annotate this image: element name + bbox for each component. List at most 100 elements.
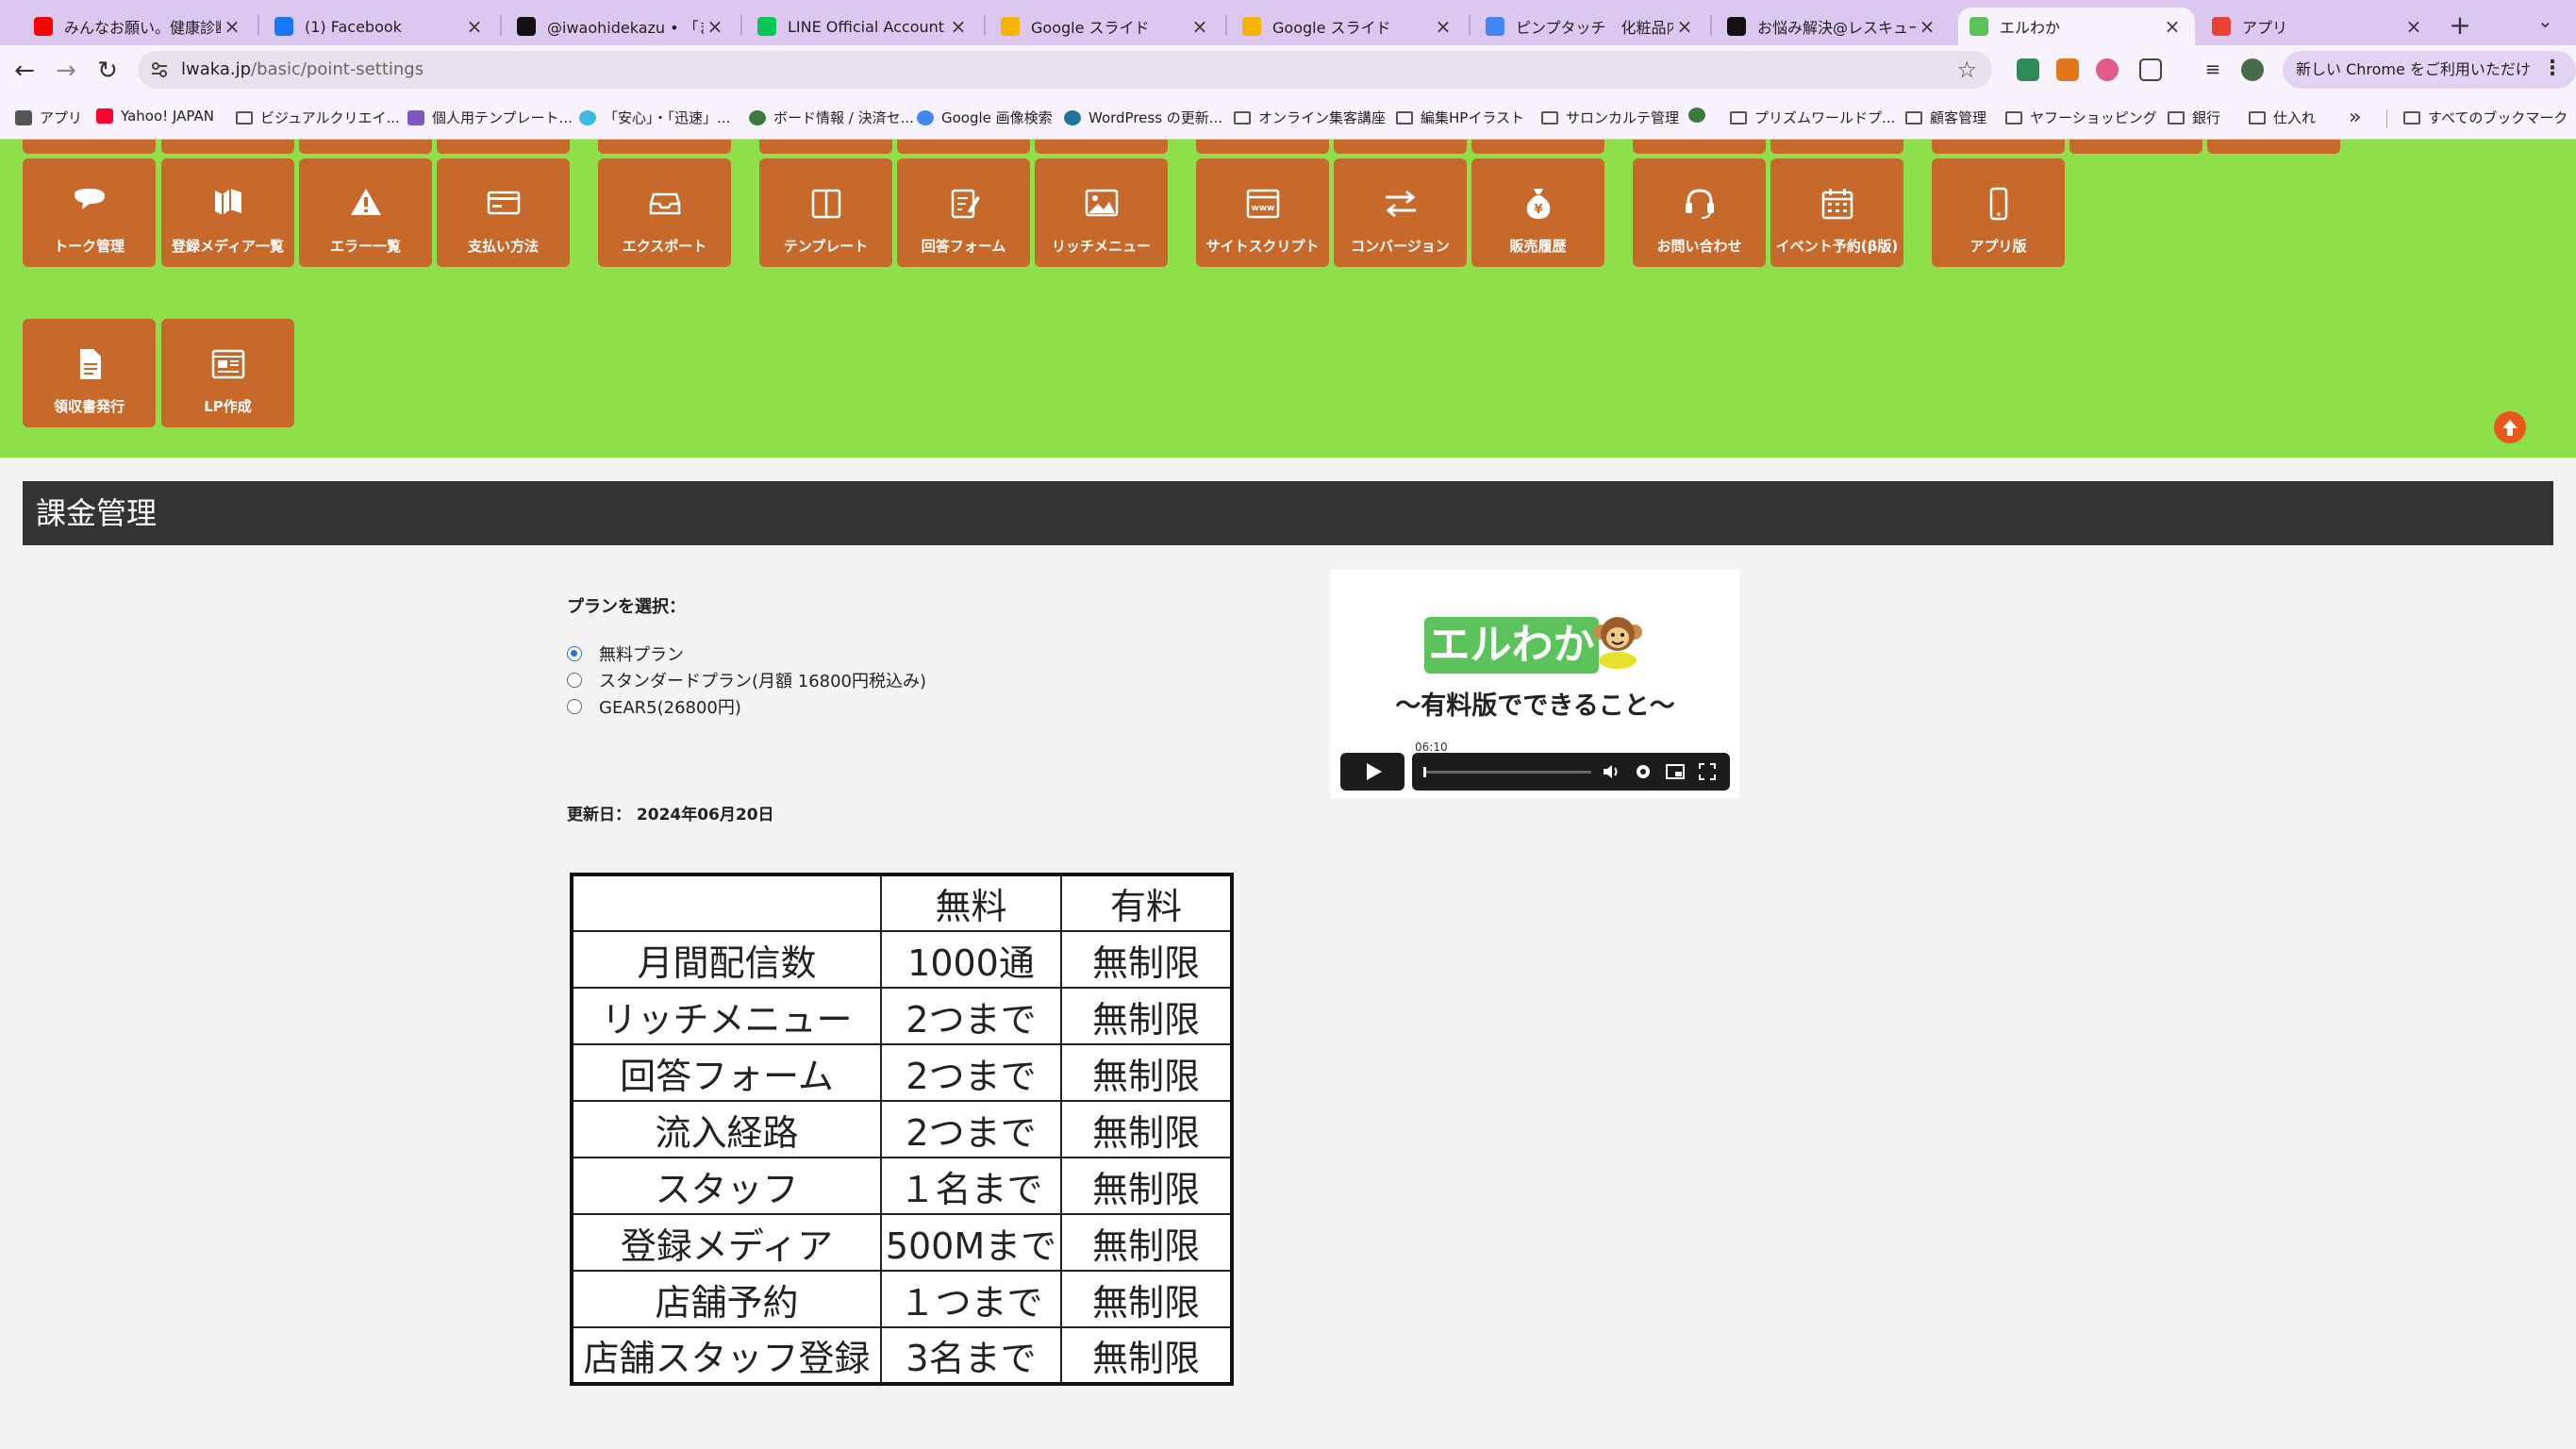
forward-button[interactable]: → (51, 57, 81, 85)
bookmark-item[interactable]: Google 画像検索 (917, 108, 1053, 127)
close-tab-icon[interactable]: × (221, 15, 243, 38)
site-info-icon[interactable] (149, 59, 170, 80)
bookmark-item[interactable]: 個人用テンプレート... (407, 108, 573, 127)
close-tab-icon[interactable]: × (1432, 15, 1454, 38)
menu-tile-partial[interactable] (299, 140, 432, 154)
extension-icon[interactable] (2017, 58, 2039, 81)
menu-tile[interactable]: 支払い方法 (437, 158, 570, 267)
menu-tile[interactable]: 回答フォーム (897, 158, 1030, 267)
bookmark-item[interactable]: アプリ (15, 108, 82, 127)
menu-tile-partial[interactable] (598, 140, 731, 154)
browser-tab[interactable]: Google スライド × (989, 8, 1222, 45)
progress-track[interactable] (1425, 771, 1591, 774)
browser-tab[interactable]: (1) Facebook × (263, 8, 497, 45)
new-tab-button[interactable]: + (2447, 9, 2473, 41)
chrome-update-button[interactable]: 新しい Chrome をご利用いただけます (2283, 51, 2576, 116)
menu-tile-partial[interactable] (1196, 140, 1329, 154)
bookmark-item[interactable]: オンライン集客講座 (1234, 108, 1386, 127)
bookmark-star-icon[interactable]: ☆ (1956, 57, 1977, 83)
close-tab-icon[interactable]: × (1188, 15, 1211, 38)
menu-tile-partial[interactable] (23, 140, 156, 154)
bookmark-item[interactable]: プリズムワールドプ... (1730, 108, 1895, 127)
bookmark-item[interactable]: 顧客管理 (1905, 108, 1986, 127)
metamask-extension-icon[interactable] (2056, 58, 2079, 81)
menu-tile[interactable]: エクスポート (598, 158, 731, 267)
url-text[interactable]: lwaka.jp/basic/point-settings (181, 59, 424, 79)
settings-gear-icon[interactable] (1633, 761, 1654, 782)
browser-tab[interactable]: ピンプタッチ 化粧品内容× (1474, 8, 1707, 45)
menu-tile[interactable]: www サイトスクリプト (1196, 158, 1329, 267)
menu-tile-partial[interactable] (1932, 140, 2065, 154)
scroll-to-top-button[interactable] (2494, 411, 2526, 443)
menu-tile-partial[interactable] (437, 140, 570, 154)
close-tab-icon[interactable]: × (1916, 15, 1938, 38)
menu-tile[interactable]: 登録メディア一覧 (161, 158, 294, 267)
browser-tab[interactable]: LINE Official Account Ma× (746, 8, 981, 45)
menu-tile-partial[interactable] (1770, 140, 1903, 154)
profile-avatar[interactable] (2241, 58, 2264, 81)
bookmark-item[interactable]: 銀行 (2168, 108, 2220, 127)
menu-tile[interactable]: お問い合わせ (1633, 158, 1766, 267)
browser-tab[interactable]: Google スライド × (1231, 8, 1466, 45)
picture-in-picture-icon[interactable] (1665, 761, 1686, 782)
chrome-menu-icon[interactable]: ⋮ (2542, 57, 2563, 80)
plan-radio[interactable] (567, 699, 582, 714)
bookmark-item[interactable]: ビジュアルクリエイ... (236, 108, 400, 127)
menu-tile[interactable]: リッチメニュー (1035, 158, 1168, 267)
plan-option[interactable]: 無料プラン (567, 641, 684, 666)
menu-tile-partial[interactable] (1633, 140, 1766, 154)
menu-tile[interactable]: エラー一覧 (299, 158, 432, 267)
progress-handle[interactable] (1423, 767, 1426, 777)
plan-option[interactable]: GEAR5(26800円) (567, 694, 741, 719)
menu-tile[interactable]: トーク管理 (23, 158, 156, 267)
menu-tile[interactable]: ¥ 販売履歴 (1471, 158, 1604, 267)
plan-radio[interactable] (567, 646, 582, 661)
volume-icon[interactable] (1601, 761, 1621, 782)
video-player[interactable]: エルわか 〜有料版でできること〜 06:10 (1331, 570, 1739, 798)
bookmark-item[interactable]: サロンカルテ管理 (1541, 108, 1679, 127)
menu-tile-partial[interactable] (2069, 140, 2202, 154)
browser-tab[interactable]: お悩み解決@レスキュー美容× (1716, 8, 1950, 45)
extension-icon[interactable] (2096, 58, 2119, 81)
fullscreen-icon[interactable] (1697, 761, 1718, 782)
bookmark-item[interactable] (1688, 108, 1713, 123)
bookmark-item[interactable]: 編集HPイラスト (1396, 108, 1524, 127)
menu-tile-partial[interactable] (1471, 140, 1604, 154)
browser-tab[interactable]: みんなお願い。健康診断行って× (23, 8, 255, 45)
menu-tile[interactable]: テンプレート (759, 158, 892, 267)
browser-tab[interactable]: アプリ × (2201, 8, 2436, 45)
bookmark-item[interactable]: 仕入れ (2249, 108, 2316, 127)
menu-tile[interactable]: LP作成 (161, 319, 294, 427)
browser-tab[interactable]: @iwaohidekazu • 「またで× (506, 8, 738, 45)
reading-list-icon[interactable]: ≡ (2202, 58, 2224, 81)
bookmark-item[interactable]: 「安心」・「迅速」... (579, 108, 730, 127)
bookmark-item[interactable]: ヤフーショッピング (2005, 108, 2157, 127)
menu-tile-partial[interactable] (1035, 140, 1168, 154)
back-button[interactable]: ← (9, 57, 40, 85)
close-tab-icon[interactable]: × (463, 15, 486, 38)
bookmarks-more-icon[interactable]: » (2349, 106, 2361, 129)
reload-button[interactable]: ↻ (92, 57, 123, 85)
plan-radio[interactable] (567, 673, 582, 688)
address-bar[interactable]: lwaka.jp/basic/point-settings ☆ (138, 51, 1992, 89)
menu-tile-partial[interactable] (759, 140, 892, 154)
close-tab-icon[interactable]: × (1673, 15, 1696, 38)
menu-tile[interactable]: アプリ版 (1932, 158, 2065, 267)
menu-tile-partial[interactable] (1334, 140, 1467, 154)
all-bookmarks-folder[interactable]: すべてのブックマーク (2403, 108, 2568, 127)
bookmark-item[interactable]: WordPress の更新... (1064, 108, 1222, 127)
menu-tile[interactable]: コンバージョン (1334, 158, 1467, 267)
menu-tile-partial[interactable] (161, 140, 294, 154)
close-tab-icon[interactable]: × (704, 15, 726, 38)
menu-tile-partial[interactable] (2207, 140, 2340, 154)
plan-option[interactable]: スタンダードプラン(月額 16800円税込み) (567, 668, 926, 692)
close-tab-icon[interactable]: × (2161, 15, 2184, 38)
close-tab-icon[interactable]: × (947, 15, 970, 38)
extensions-puzzle-icon[interactable] (2139, 58, 2162, 81)
bookmark-item[interactable]: ボード情報 / 決済セ... (749, 108, 914, 127)
menu-tile[interactable]: 領収書発行 (23, 319, 156, 427)
menu-tile[interactable]: イベント予約(β版) (1770, 158, 1903, 267)
close-tab-icon[interactable]: × (2402, 15, 2425, 38)
tab-search-icon[interactable]: ⌄ (2537, 9, 2553, 32)
play-button[interactable] (1340, 753, 1404, 791)
